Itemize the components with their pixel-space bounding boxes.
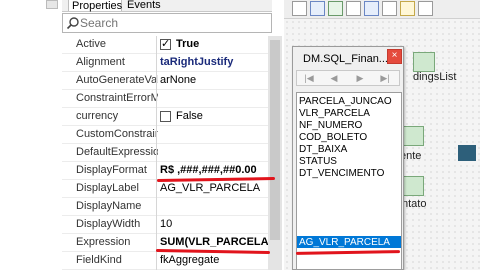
next-record-button[interactable]: ▶ [348, 71, 372, 85]
property-row[interactable]: ActiveTrue [62, 36, 272, 54]
component-icon[interactable] [458, 145, 476, 161]
property-grid-divider[interactable] [156, 36, 157, 270]
tab-properties[interactable]: Properties [68, 0, 122, 12]
property-row[interactable]: FieldKind fkAggregate [62, 252, 272, 270]
property-row[interactable]: AutoGenerateValuearNone [62, 72, 272, 90]
component-caption: ntato [402, 198, 427, 210]
first-record-button[interactable]: |◀ [297, 71, 321, 85]
close-button[interactable]: × [387, 49, 402, 64]
property-row[interactable]: DisplayLabel AG_VLR_PARCELA [62, 180, 272, 198]
checkbox-unchecked[interactable] [160, 111, 171, 122]
wrench-icon[interactable] [418, 1, 433, 16]
field-list-item[interactable]: DT_VENCIMENTO [299, 168, 384, 179]
property-name: DisplayLabel [76, 182, 139, 194]
tools-icon[interactable] [400, 1, 415, 16]
property-value[interactable]: R$ ,###,###,##0.00 [160, 164, 270, 176]
property-name: FieldKind [76, 254, 122, 266]
inspector-scroll-thumb[interactable] [270, 40, 280, 240]
component-icon[interactable] [364, 1, 379, 16]
property-value[interactable]: SUM(VLR_PARCELA) [160, 236, 270, 248]
property-row[interactable]: DisplayName [62, 198, 272, 216]
property-name: DisplayName [76, 200, 142, 212]
property-name: DisplayWidth [76, 218, 141, 230]
fields-editor-title: DM.SQL_Finan... [303, 53, 388, 65]
data-component-icon[interactable] [402, 176, 424, 196]
panel-splitter-handle[interactable] [46, 0, 58, 9]
designer-toolbar [284, 0, 480, 19]
search-input[interactable] [80, 14, 260, 31]
checkbox-checked[interactable] [160, 37, 171, 50]
last-record-button[interactable]: ▶| [373, 71, 397, 85]
property-row[interactable]: currency False [62, 108, 272, 126]
property-name: DisplayFormat [76, 164, 147, 176]
data-component-icon[interactable] [402, 126, 424, 146]
property-value[interactable]: fkAggregate [160, 254, 270, 266]
table-icon[interactable] [310, 1, 325, 16]
property-row[interactable]: ConstraintErrorMessage [62, 90, 272, 108]
field-list-item[interactable]: COD_BOLETO [299, 132, 367, 143]
search-icon [66, 17, 79, 30]
property-value[interactable]: arNone [160, 74, 270, 86]
property-value[interactable]: AG_VLR_PARCELA [160, 182, 270, 194]
property-value[interactable]: 10 [160, 218, 270, 230]
field-list-item[interactable]: PARCELA_JUNCAO [299, 96, 392, 107]
query-icon[interactable] [346, 1, 361, 16]
field-list-item[interactable]: NF_NUMERO [299, 120, 362, 131]
prior-record-button[interactable]: ◀ [322, 71, 346, 85]
property-name: Active [76, 38, 106, 50]
property-name: Alignment [76, 56, 125, 68]
connection-icon[interactable] [382, 1, 397, 16]
component-caption: dingsList [413, 71, 457, 83]
property-name: CustomConstraint [76, 128, 158, 140]
tab-events[interactable]: Events [124, 0, 166, 11]
property-row[interactable]: CustomConstraint [62, 126, 272, 144]
property-name: ConstraintErrorMessage [76, 92, 158, 104]
field-list-item[interactable]: VLR_PARCELA [299, 108, 370, 119]
property-row[interactable]: DefaultExpression [62, 144, 272, 162]
data-component-icon[interactable] [413, 52, 435, 72]
field-list-item[interactable]: STATUS [299, 156, 337, 167]
dataset-icon[interactable] [328, 1, 343, 16]
field-list-item[interactable]: DT_BAIXA [299, 144, 347, 155]
property-name: DefaultExpression [76, 146, 158, 158]
aggregate-field-item[interactable]: AG_VLR_PARCELA [299, 237, 390, 248]
property-name: AutoGenerateValue [76, 74, 158, 86]
property-value[interactable]: taRightJustify [160, 56, 270, 68]
grid-icon[interactable] [292, 1, 307, 16]
property-name: currency [76, 110, 119, 122]
property-name: Expression [76, 236, 131, 248]
structure-panel-strip [0, 0, 62, 270]
property-row[interactable]: Alignment taRightJustify [62, 54, 272, 72]
property-row[interactable]: DisplayWidth 10 [62, 216, 272, 234]
